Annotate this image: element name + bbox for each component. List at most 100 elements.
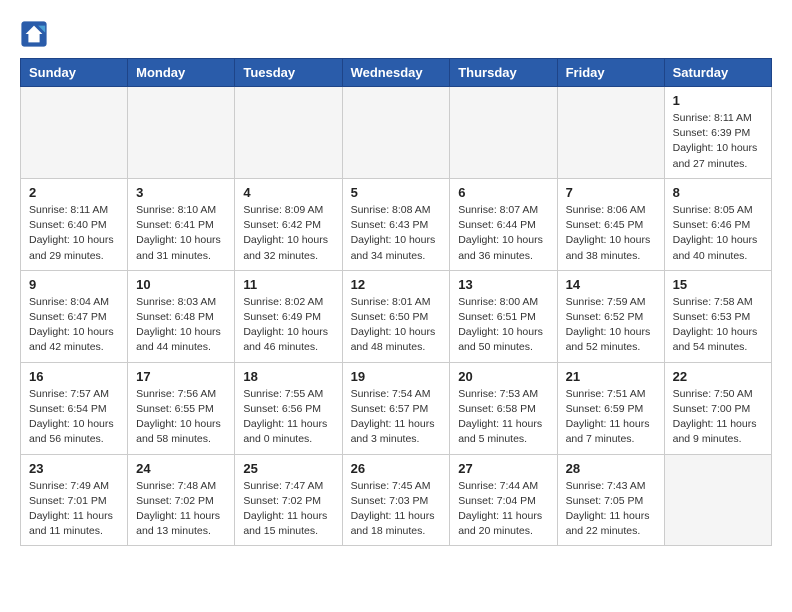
calendar-cell: 16 Sunrise: 7:57 AM Sunset: 6:54 PM Dayli… bbox=[21, 362, 128, 454]
calendar-cell: 10 Sunrise: 8:03 AM Sunset: 6:48 PM Dayli… bbox=[128, 270, 235, 362]
day-number: 11 bbox=[243, 277, 333, 292]
day-number: 17 bbox=[136, 369, 226, 384]
page-header bbox=[20, 20, 772, 48]
calendar-cell: 3 Sunrise: 8:10 AM Sunset: 6:41 PM Daylig… bbox=[128, 178, 235, 270]
day-info: Sunrise: 8:10 AM Sunset: 6:41 PM Dayligh… bbox=[136, 203, 226, 264]
calendar-cell: 9 Sunrise: 8:04 AM Sunset: 6:47 PM Daylig… bbox=[21, 270, 128, 362]
day-number: 27 bbox=[458, 461, 548, 476]
calendar-cell bbox=[557, 87, 664, 179]
calendar-cell: 15 Sunrise: 7:58 AM Sunset: 6:53 PM Dayli… bbox=[664, 270, 771, 362]
calendar-cell: 6Sunrise: 8:07 AM Sunset: 6:44 PM Daylig… bbox=[450, 178, 557, 270]
week-row-4: 16 Sunrise: 7:57 AM Sunset: 6:54 PM Dayli… bbox=[21, 362, 772, 454]
calendar-cell: 14 Sunrise: 7:59 AM Sunset: 6:52 PM Dayli… bbox=[557, 270, 664, 362]
day-info: Sunrise: 8:04 AM Sunset: 6:47 PM Dayligh… bbox=[29, 295, 119, 356]
day-number: 24 bbox=[136, 461, 226, 476]
week-row-5: 23 Sunrise: 7:49 AM Sunset: 7:01 PM Dayli… bbox=[21, 454, 772, 546]
day-info: Sunrise: 7:49 AM Sunset: 7:01 PM Dayligh… bbox=[29, 479, 119, 540]
column-header-tuesday: Tuesday bbox=[235, 59, 342, 87]
day-info: Sunrise: 7:44 AM Sunset: 7:04 PM Dayligh… bbox=[458, 479, 548, 540]
day-info: Sunrise: 8:01 AM Sunset: 6:50 PM Dayligh… bbox=[351, 295, 442, 356]
day-info: Sunrise: 7:59 AM Sunset: 6:52 PM Dayligh… bbox=[566, 295, 656, 356]
calendar-cell: 17 Sunrise: 7:56 AM Sunset: 6:55 PM Dayli… bbox=[128, 362, 235, 454]
calendar-cell: 24 Sunrise: 7:48 AM Sunset: 7:02 PM Dayli… bbox=[128, 454, 235, 546]
column-header-friday: Friday bbox=[557, 59, 664, 87]
day-number: 8 bbox=[673, 185, 763, 200]
calendar-cell: 8 Sunrise: 8:05 AM Sunset: 6:46 PM Daylig… bbox=[664, 178, 771, 270]
day-info: Sunrise: 8:11 AM Sunset: 6:39 PM Dayligh… bbox=[673, 111, 763, 172]
calendar-cell: 28 Sunrise: 7:43 AM Sunset: 7:05 PM Dayli… bbox=[557, 454, 664, 546]
day-number: 22 bbox=[673, 369, 763, 384]
day-number: 16 bbox=[29, 369, 119, 384]
day-number: 19 bbox=[351, 369, 442, 384]
week-row-1: 1 Sunrise: 8:11 AM Sunset: 6:39 PM Daylig… bbox=[21, 87, 772, 179]
day-info: Sunrise: 7:43 AM Sunset: 7:05 PM Dayligh… bbox=[566, 479, 656, 540]
header-row: SundayMondayTuesdayWednesdayThursdayFrid… bbox=[21, 59, 772, 87]
day-info: Sunrise: 7:58 AM Sunset: 6:53 PM Dayligh… bbox=[673, 295, 763, 356]
calendar-cell: 22 Sunrise: 7:50 AM Sunset: 7:00 PM Dayli… bbox=[664, 362, 771, 454]
calendar-cell bbox=[21, 87, 128, 179]
calendar-cell: 2 Sunrise: 8:11 AM Sunset: 6:40 PM Daylig… bbox=[21, 178, 128, 270]
calendar-cell: 27 Sunrise: 7:44 AM Sunset: 7:04 PM Dayli… bbox=[450, 454, 557, 546]
day-info: Sunrise: 8:02 AM Sunset: 6:49 PM Dayligh… bbox=[243, 295, 333, 356]
day-number: 20 bbox=[458, 369, 548, 384]
day-number: 10 bbox=[136, 277, 226, 292]
calendar-cell: 26Sunrise: 7:45 AM Sunset: 7:03 PM Dayli… bbox=[342, 454, 450, 546]
calendar-cell: 1 Sunrise: 8:11 AM Sunset: 6:39 PM Daylig… bbox=[664, 87, 771, 179]
day-number: 2 bbox=[29, 185, 119, 200]
column-header-thursday: Thursday bbox=[450, 59, 557, 87]
day-number: 6 bbox=[458, 185, 548, 200]
day-info: Sunrise: 7:45 AM Sunset: 7:03 PM Dayligh… bbox=[351, 479, 442, 540]
week-row-3: 9 Sunrise: 8:04 AM Sunset: 6:47 PM Daylig… bbox=[21, 270, 772, 362]
calendar-cell: 12 Sunrise: 8:01 AM Sunset: 6:50 PM Dayli… bbox=[342, 270, 450, 362]
calendar-cell: 11 Sunrise: 8:02 AM Sunset: 6:49 PM Dayli… bbox=[235, 270, 342, 362]
day-info: Sunrise: 8:00 AM Sunset: 6:51 PM Dayligh… bbox=[458, 295, 548, 356]
day-number: 28 bbox=[566, 461, 656, 476]
calendar-cell bbox=[664, 454, 771, 546]
calendar-table: SundayMondayTuesdayWednesdayThursdayFrid… bbox=[20, 58, 772, 546]
day-number: 13 bbox=[458, 277, 548, 292]
calendar-cell bbox=[128, 87, 235, 179]
day-number: 25 bbox=[243, 461, 333, 476]
day-info: Sunrise: 8:09 AM Sunset: 6:42 PM Dayligh… bbox=[243, 203, 333, 264]
calendar-cell: 5 Sunrise: 8:08 AM Sunset: 6:43 PM Daylig… bbox=[342, 178, 450, 270]
day-number: 12 bbox=[351, 277, 442, 292]
column-header-sunday: Sunday bbox=[21, 59, 128, 87]
day-info: Sunrise: 8:11 AM Sunset: 6:40 PM Dayligh… bbox=[29, 203, 119, 264]
day-number: 7 bbox=[566, 185, 656, 200]
logo bbox=[20, 20, 52, 48]
day-number: 5 bbox=[351, 185, 442, 200]
day-info: Sunrise: 8:06 AM Sunset: 6:45 PM Dayligh… bbox=[566, 203, 656, 264]
day-info: Sunrise: 8:05 AM Sunset: 6:46 PM Dayligh… bbox=[673, 203, 763, 264]
day-info: Sunrise: 7:55 AM Sunset: 6:56 PM Dayligh… bbox=[243, 387, 333, 448]
calendar-cell: 20 Sunrise: 7:53 AM Sunset: 6:58 PM Dayli… bbox=[450, 362, 557, 454]
calendar-cell: 18Sunrise: 7:55 AM Sunset: 6:56 PM Dayli… bbox=[235, 362, 342, 454]
calendar-cell bbox=[342, 87, 450, 179]
column-header-monday: Monday bbox=[128, 59, 235, 87]
day-number: 1 bbox=[673, 93, 763, 108]
calendar-cell: 21Sunrise: 7:51 AM Sunset: 6:59 PM Dayli… bbox=[557, 362, 664, 454]
day-info: Sunrise: 7:57 AM Sunset: 6:54 PM Dayligh… bbox=[29, 387, 119, 448]
calendar-cell: 13 Sunrise: 8:00 AM Sunset: 6:51 PM Dayli… bbox=[450, 270, 557, 362]
day-info: Sunrise: 7:48 AM Sunset: 7:02 PM Dayligh… bbox=[136, 479, 226, 540]
day-info: Sunrise: 8:03 AM Sunset: 6:48 PM Dayligh… bbox=[136, 295, 226, 356]
day-info: Sunrise: 7:50 AM Sunset: 7:00 PM Dayligh… bbox=[673, 387, 763, 448]
day-info: Sunrise: 7:53 AM Sunset: 6:58 PM Dayligh… bbox=[458, 387, 548, 448]
column-header-wednesday: Wednesday bbox=[342, 59, 450, 87]
calendar-cell: 7 Sunrise: 8:06 AM Sunset: 6:45 PM Daylig… bbox=[557, 178, 664, 270]
day-info: Sunrise: 8:08 AM Sunset: 6:43 PM Dayligh… bbox=[351, 203, 442, 264]
day-number: 3 bbox=[136, 185, 226, 200]
day-number: 9 bbox=[29, 277, 119, 292]
logo-icon bbox=[20, 20, 48, 48]
day-info: Sunrise: 7:51 AM Sunset: 6:59 PM Dayligh… bbox=[566, 387, 656, 448]
column-header-saturday: Saturday bbox=[664, 59, 771, 87]
day-info: Sunrise: 7:56 AM Sunset: 6:55 PM Dayligh… bbox=[136, 387, 226, 448]
day-number: 14 bbox=[566, 277, 656, 292]
calendar-cell bbox=[235, 87, 342, 179]
day-number: 15 bbox=[673, 277, 763, 292]
calendar-cell: 23 Sunrise: 7:49 AM Sunset: 7:01 PM Dayli… bbox=[21, 454, 128, 546]
calendar-cell bbox=[450, 87, 557, 179]
week-row-2: 2 Sunrise: 8:11 AM Sunset: 6:40 PM Daylig… bbox=[21, 178, 772, 270]
calendar-cell: 4Sunrise: 8:09 AM Sunset: 6:42 PM Daylig… bbox=[235, 178, 342, 270]
day-number: 23 bbox=[29, 461, 119, 476]
calendar-cell: 19Sunrise: 7:54 AM Sunset: 6:57 PM Dayli… bbox=[342, 362, 450, 454]
